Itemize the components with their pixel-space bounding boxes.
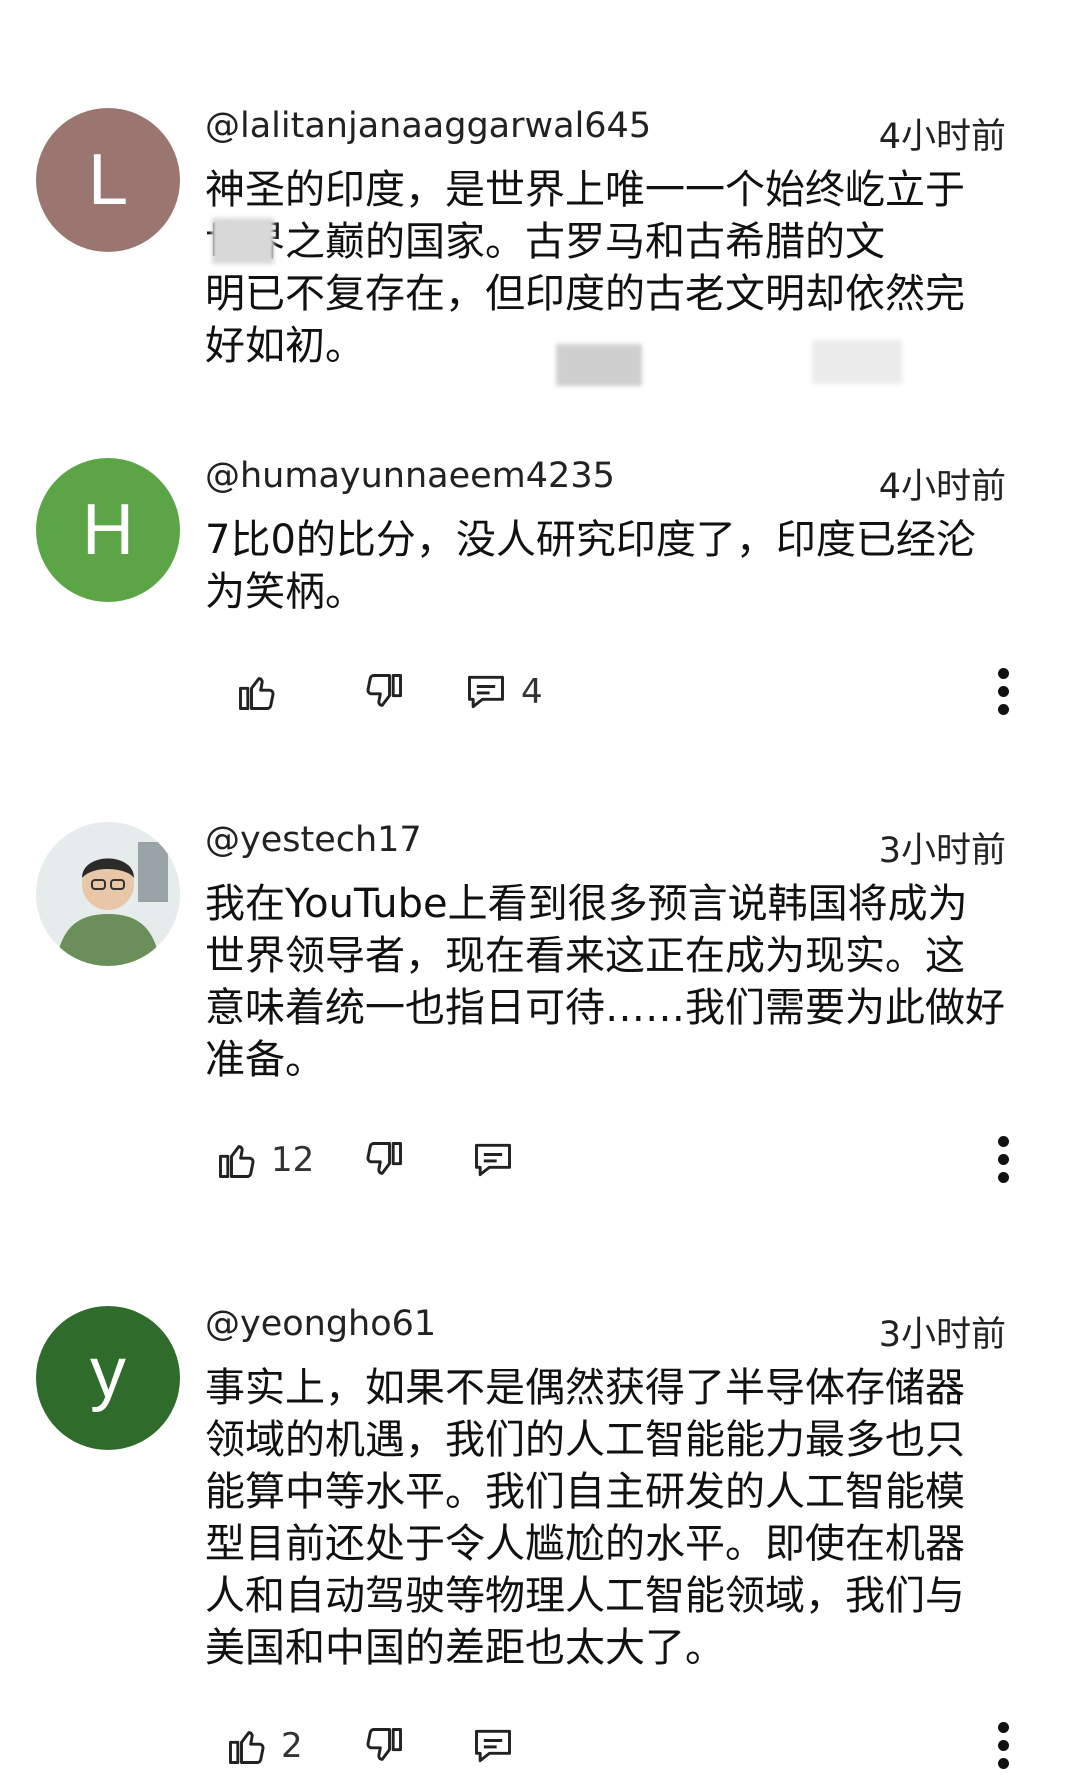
comment-time: 4小时前 (878, 117, 1006, 157)
reply-count: 4 (521, 672, 543, 712)
comment-text: 我在YouTube上看到很多预言说韩国将成为 世界领导者，现在看来这正在成为现实… (205, 881, 1005, 1083)
comment-time: 4小时前 (878, 467, 1006, 507)
reply-button[interactable] (470, 1716, 516, 1776)
avatar[interactable]: H (36, 458, 180, 602)
comment-text: 7比0的比分，没人研究印度了，印度已经沦 为笑柄。 (205, 517, 976, 615)
reply-comment-icon (475, 1143, 511, 1177)
redacted-block (812, 340, 902, 384)
thumb-up-icon (229, 1731, 265, 1764)
reply-button[interactable] (470, 1130, 516, 1190)
thumb-down-icon (366, 1142, 402, 1175)
thumb-down-icon (366, 674, 402, 707)
comment-author[interactable]: @yeongho61 (205, 1304, 436, 1344)
comment-author[interactable]: @lalitanjanaaggarwal645 (205, 106, 651, 146)
comment-actions: 2 (205, 1716, 1015, 1776)
avatar-letter: y (90, 1333, 126, 1413)
comment-author[interactable]: @yestech17 (205, 820, 422, 860)
like-count: 12 (271, 1140, 315, 1180)
redacted-block (556, 344, 642, 386)
like-button[interactable]: 12 (215, 1130, 314, 1190)
avatar-photo-icon (36, 822, 180, 966)
avatar-letter: H (82, 490, 134, 570)
comment-actions: 4 (205, 662, 1015, 722)
avatar[interactable] (36, 822, 180, 966)
comment-text: 事实上，如果不是偶然获得了半导体存储器 领域的机遇，我们的人工智能能力最多也只 … (205, 1365, 965, 1671)
avatar-letter: L (87, 140, 129, 220)
comment-time: 3小时前 (878, 1315, 1006, 1355)
like-count: 2 (281, 1726, 303, 1766)
like-button[interactable]: 2 (225, 1716, 303, 1776)
comment-author[interactable]: @humayunnaeem4235 (205, 456, 615, 496)
thumb-up-icon (219, 1145, 255, 1178)
redacted-block (212, 218, 274, 264)
dislike-button[interactable] (362, 662, 406, 722)
reply-button[interactable]: 4 (463, 662, 543, 722)
dislike-button[interactable] (362, 1716, 406, 1776)
avatar[interactable]: y (36, 1306, 180, 1450)
like-button[interactable] (235, 662, 279, 722)
more-options-button[interactable] (989, 1130, 1019, 1190)
comment-actions: 12 (205, 1130, 1015, 1190)
more-options-button[interactable] (989, 662, 1019, 722)
thumb-up-icon (239, 677, 275, 710)
more-options-button[interactable] (989, 1716, 1019, 1776)
dislike-button[interactable] (362, 1130, 406, 1190)
comment-time: 3小时前 (878, 831, 1006, 871)
reply-comment-icon (475, 1729, 511, 1763)
thumb-down-icon (366, 1728, 402, 1761)
reply-comment-icon (468, 675, 504, 709)
avatar[interactable]: L (36, 108, 180, 252)
